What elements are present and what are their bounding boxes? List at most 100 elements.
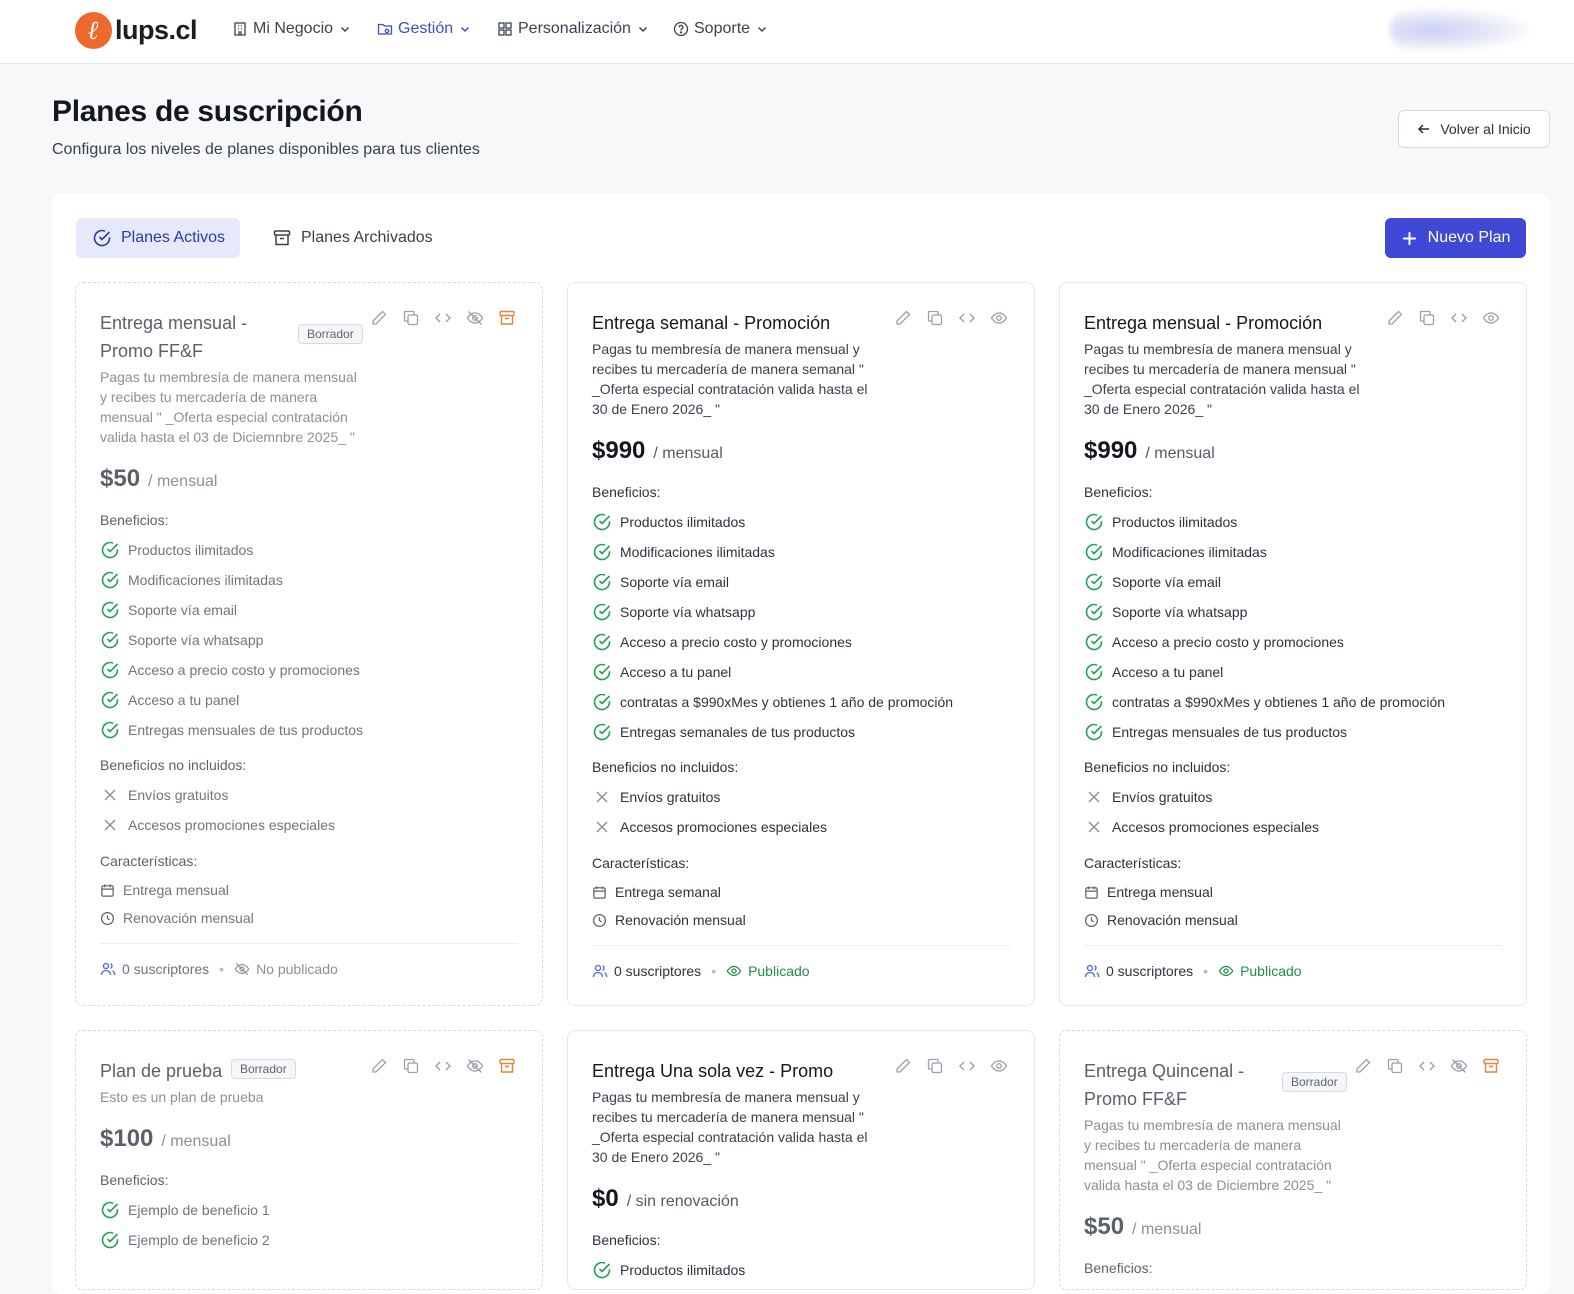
draft-badge: Borrador [231,1059,296,1079]
plan-actions [1386,309,1500,327]
embed-code-icon[interactable] [1418,1057,1436,1075]
help-circle-icon [673,21,689,37]
edit-icon[interactable] [894,309,912,327]
edit-icon[interactable] [1386,309,1404,327]
embed-code-icon[interactable] [958,1057,976,1075]
price-amount: $100 [100,1125,154,1152]
eye-off-icon[interactable] [1450,1057,1468,1075]
plan-title: Entrega Quincenal - Promo FF&F [1084,1057,1244,1113]
benefits-heading: Beneficios: [592,1232,661,1248]
benefits-heading: Beneficios: [1084,1260,1153,1276]
archive-icon[interactable] [498,1057,516,1075]
plan-price: $0 / sin renovación [592,1185,739,1213]
benefit-item: Entregas mensuales de tus productos [100,719,363,741]
price-period: / sin renovación [626,1193,739,1210]
eye-icon[interactable] [1482,309,1500,327]
archive-icon[interactable] [1482,1057,1500,1075]
calendar-icon [1084,885,1099,900]
excluded-item: Accesos promociones especiales [1084,816,1319,838]
chevron-down-icon [341,26,350,33]
separator-dot: • [711,963,717,979]
benefit-item: Soporte vía email [1084,571,1221,593]
excluded-item: Envíos gratuitos [100,784,228,806]
check-circle-icon [100,660,120,680]
nav-gestion[interactable]: Gestión [377,20,471,38]
check-circle-icon [1084,722,1104,742]
grid-icon [498,22,512,36]
nav-personalizacion[interactable]: Personalización [497,20,649,38]
archive-icon[interactable] [498,309,516,327]
building-icon [234,22,246,36]
back-to-home-button[interactable]: Volver al Inicio [1398,110,1550,148]
user-menu-avatar[interactable] [1390,8,1530,52]
duplicate-icon[interactable] [926,1057,944,1075]
nav-mi-negocio[interactable]: Mi Negocio [232,20,351,38]
not-included-heading: Beneficios no incluidos: [100,757,247,773]
x-icon [1086,819,1102,835]
card-footer: 0 suscriptores • No publicado [100,961,338,977]
check-circle-icon [592,1260,612,1280]
new-plan-button[interactable]: Nuevo Plan [1385,218,1526,258]
duplicate-icon[interactable] [1418,309,1436,327]
draft-badge: Borrador [298,324,363,344]
benefit-item: Productos ilimitados [1084,511,1237,533]
price-amount: $990 [1084,437,1138,464]
check-circle-icon [1084,662,1104,682]
tab-active-plans[interactable]: Planes Activos [76,218,240,258]
duplicate-icon[interactable] [926,309,944,327]
feature-item: Entrega mensual [1084,881,1213,903]
embed-code-icon[interactable] [434,309,452,327]
excluded-item: Accesos promociones especiales [592,816,827,838]
plan-title: Plan de prueba [100,1061,223,1081]
benefits-heading: Beneficios: [592,484,661,500]
benefit-item: contratas a $990xMes y obtienes 1 año de… [592,691,953,713]
plan-card: Entrega Quincenal - Promo FF&F Borrador … [1059,1030,1527,1290]
plan-description: Pagas tu membresía de manera mensual y re… [1084,1117,1341,1193]
chevron-down-icon [461,26,470,33]
calendar-icon [592,885,607,900]
duplicate-icon[interactable] [402,309,420,327]
price-period: / mensual [1132,1221,1202,1238]
x-icon [102,817,118,833]
check-circle-icon [592,662,612,682]
check-circle-icon [100,690,120,710]
nav-soporte[interactable]: Soporte [673,20,768,38]
plan-price: $50 / mensual [100,465,217,493]
benefit-item: Acceso a tu panel [592,661,731,683]
plan-description: Pagas tu membresía de manera mensual y re… [592,341,868,417]
eye-icon [1218,963,1234,979]
eye-off-icon[interactable] [466,309,484,327]
tab-archived-plans[interactable]: Planes Archivados [272,218,433,258]
eye-icon[interactable] [990,1057,1008,1075]
duplicate-icon[interactable] [402,1057,420,1075]
plan-price: $50 / mensual [1084,1213,1201,1241]
edit-icon[interactable] [1354,1057,1372,1075]
plan-actions [370,309,516,327]
separator-dot: • [219,961,225,977]
price-period: / mensual [161,1133,231,1150]
plan-card: Entrega mensual - Promo FF&F Borrador Pa… [75,282,543,1006]
chevron-down-icon [758,26,767,33]
check-circle-icon [100,540,120,560]
logo[interactable]: ℓ lups.cl [75,12,198,49]
price-amount: $990 [592,437,646,464]
benefit-item: Acceso a precio costo y promociones [592,631,852,653]
embed-code-icon[interactable] [434,1057,452,1075]
clock-icon [592,913,607,928]
edit-icon[interactable] [370,1057,388,1075]
benefits-heading: Beneficios: [100,1172,169,1188]
subscriber-count: 0 suscriptores [122,961,210,977]
eye-off-icon[interactable] [466,1057,484,1075]
eye-icon[interactable] [990,309,1008,327]
embed-code-icon[interactable] [1450,309,1468,327]
separator-dot: • [1203,963,1209,979]
duplicate-icon[interactable] [1386,1057,1404,1075]
benefit-item: Soporte vía email [100,599,237,621]
card-footer: 0 suscriptores • Publicado [1084,963,1302,979]
benefits-heading: Beneficios: [100,512,169,528]
edit-icon[interactable] [894,1057,912,1075]
x-icon [102,787,118,803]
page-subtitle: Configura los niveles de planes disponib… [52,141,480,158]
embed-code-icon[interactable] [958,309,976,327]
edit-icon[interactable] [370,309,388,327]
